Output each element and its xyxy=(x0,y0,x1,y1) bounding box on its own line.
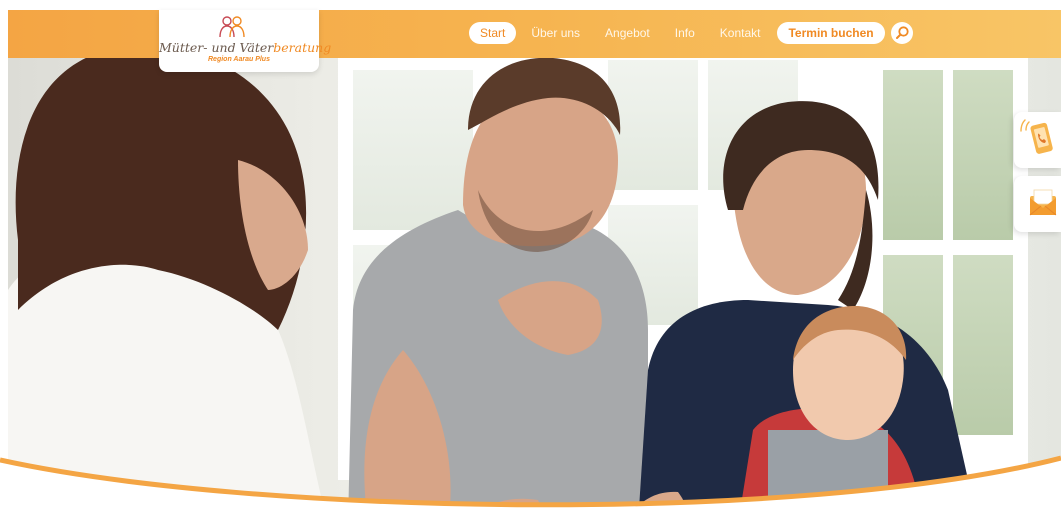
logo-wordmark: Mütter- und Väterberatung xyxy=(159,40,331,55)
search-icon xyxy=(895,26,909,39)
search-button[interactable] xyxy=(890,22,913,44)
logo-figures-icon xyxy=(219,16,245,38)
logo-subtitle: Region Aarau Plus xyxy=(208,56,270,63)
nav-item-angebot[interactable]: Angebot xyxy=(595,22,660,44)
page: Mütter- und Väterberatung Region Aarau P… xyxy=(0,0,1061,524)
logo-wordmark-part1: Mütter- und Väter xyxy=(159,40,274,55)
nav-item-start[interactable]: Start xyxy=(469,22,517,44)
mail-icon xyxy=(1029,189,1057,216)
phone-icon xyxy=(1020,119,1053,154)
nav-item-kontakt[interactable]: Kontakt xyxy=(710,22,771,44)
nav-item-ueber-uns[interactable]: Über uns xyxy=(521,22,590,44)
book-appointment-button[interactable]: Termin buchen xyxy=(777,22,885,44)
nav-item-info[interactable]: Info xyxy=(665,22,705,44)
logo[interactable]: Mütter- und Väterberatung Region Aarau P… xyxy=(159,10,331,72)
hero-bottom-curve xyxy=(0,455,1061,524)
logo-wordmark-part2: beratung xyxy=(273,40,332,55)
side-phone-button[interactable] xyxy=(1014,112,1061,168)
side-mail-button[interactable] xyxy=(1014,176,1061,232)
main-nav: Start Über uns Angebot Info Kontakt Term… xyxy=(469,22,913,44)
